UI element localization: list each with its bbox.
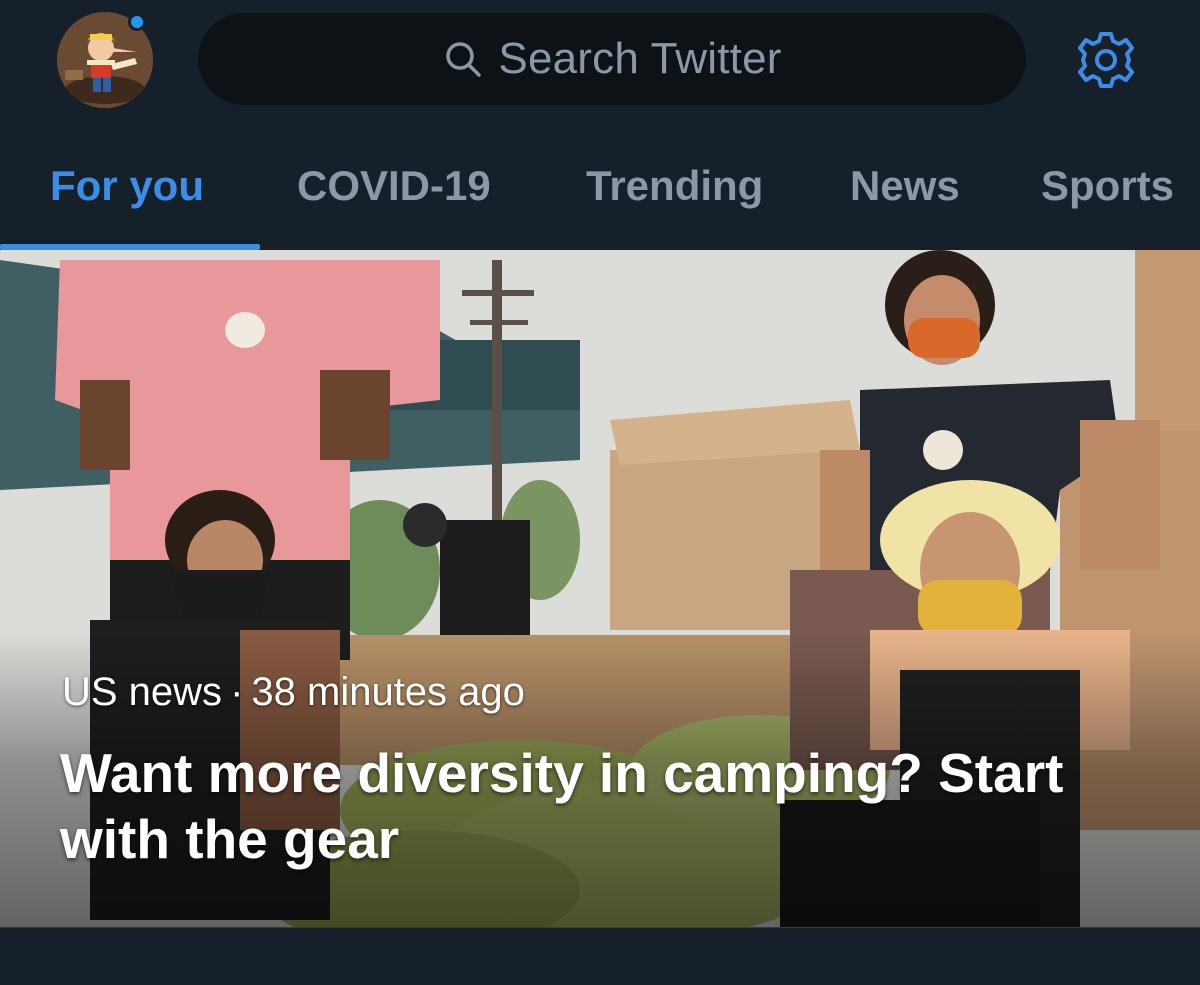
tab-for-you[interactable]: For you	[50, 162, 204, 210]
tab-sports[interactable]: Sports	[1041, 162, 1174, 210]
story-headline[interactable]: Want more diversity in camping? Start wi…	[60, 740, 1160, 872]
next-item-preview	[0, 927, 1200, 985]
search-placeholder: Search Twitter	[498, 34, 782, 83]
meta-separator: ·	[230, 670, 244, 714]
featured-story-card[interactable]: US news · 38 minutes ago Want more diversi…	[0, 250, 1200, 927]
search-icon	[442, 38, 484, 80]
story-meta: US news · 38 minutes ago	[62, 670, 525, 715]
tab-covid-19[interactable]: COVID-19	[297, 162, 491, 210]
search-bar[interactable]: Search Twitter	[198, 13, 1026, 105]
story-category: US news	[62, 670, 223, 714]
story-timestamp: 38 minutes ago	[251, 670, 525, 714]
tab-trending[interactable]: Trending	[586, 162, 763, 210]
tab-news[interactable]: News	[850, 162, 960, 210]
gear-icon	[1074, 28, 1138, 97]
top-bar: Search Twitter	[0, 0, 1200, 120]
explore-tabs: For you COVID-19 Trending News Sports	[0, 140, 1200, 250]
notification-dot	[128, 13, 146, 31]
settings-button[interactable]	[1073, 29, 1139, 95]
